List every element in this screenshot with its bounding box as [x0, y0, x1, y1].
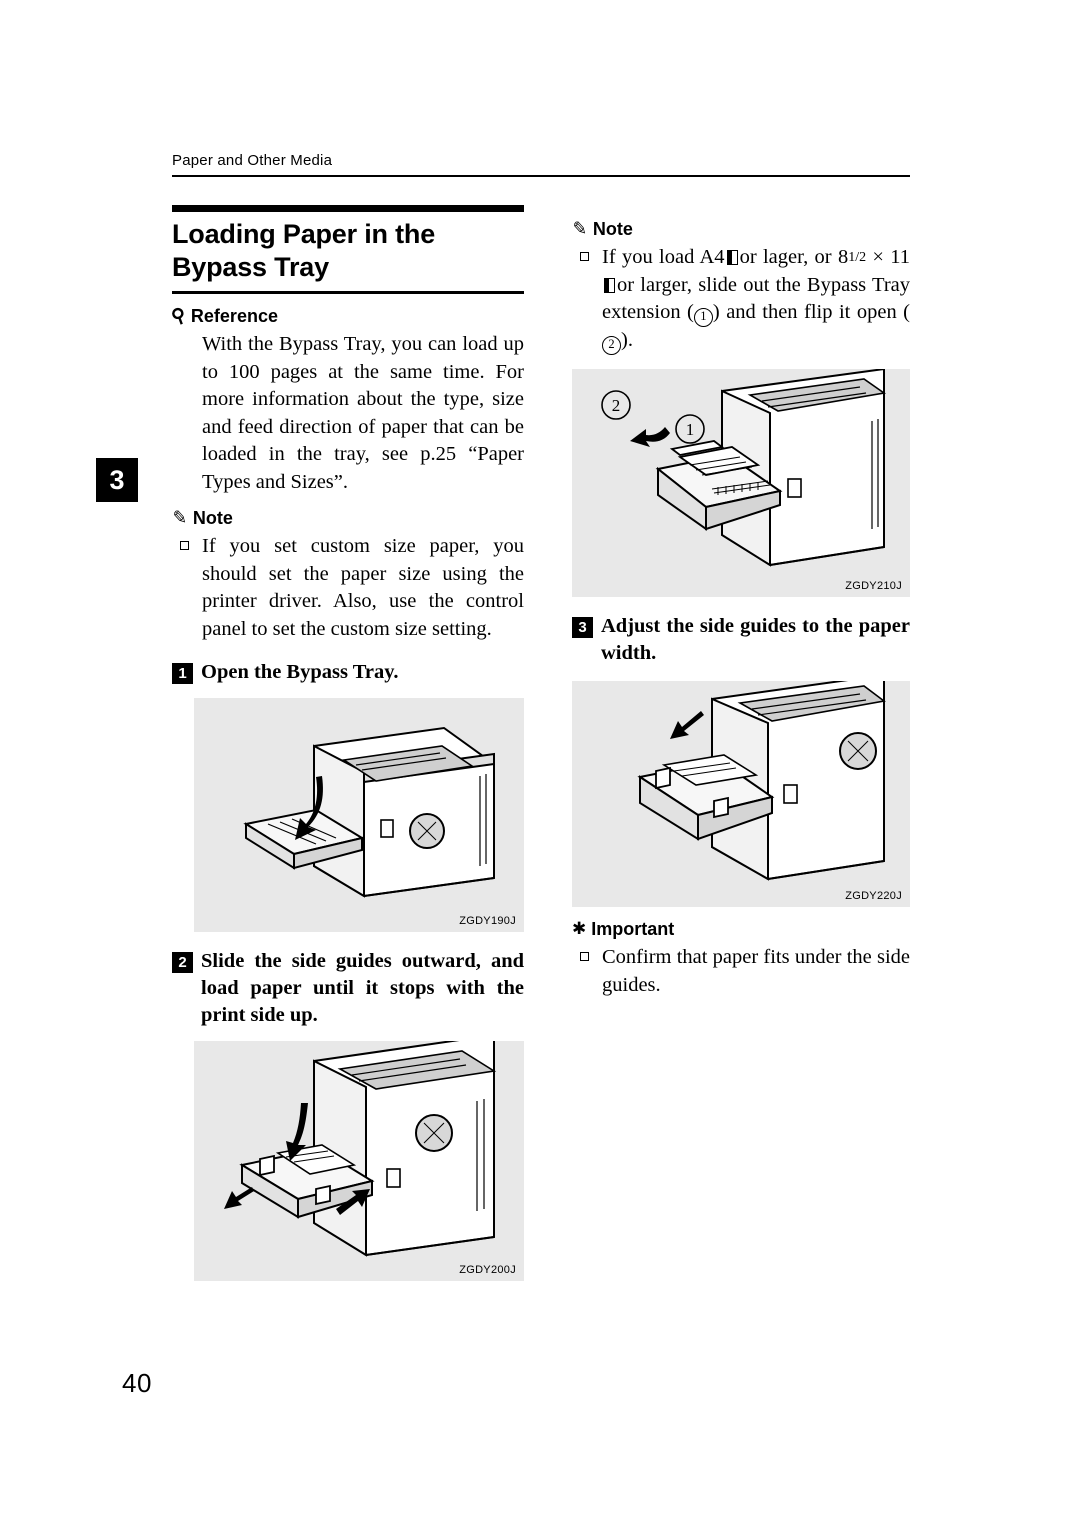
- important-bullet: Confirm that paper fits under the side g…: [580, 944, 910, 999]
- step-2-number: 2: [172, 952, 193, 973]
- note-text-right-line4: and then flip it open (: [726, 301, 910, 324]
- note-heading-right: ✎ Note: [572, 219, 910, 240]
- pencil-note-icon: ✎: [172, 507, 188, 529]
- callout-circle-1: 1: [693, 308, 713, 328]
- figure-adjust-side-guides: ZGDY220J: [572, 681, 910, 908]
- portrait-orientation-icon: [726, 250, 738, 266]
- figure-3-code: ZGDY210J: [845, 580, 902, 593]
- magnifier-icon: ⚲: [168, 304, 190, 329]
- note-text-right-line2b: × 11: [872, 246, 911, 269]
- callout-circle-2: 2: [602, 336, 621, 356]
- note-text-right-line2c: or larger, slide out: [617, 273, 770, 296]
- important-heading: ✱ Important: [572, 919, 910, 940]
- step-3-number: 3: [572, 617, 593, 639]
- bullet-marker: [180, 541, 189, 550]
- step-1-text: Open the Bypass Tray.: [201, 661, 399, 683]
- bullet-marker: [580, 252, 589, 261]
- left-column: Loading Paper in the Bypass Tray ⚲ Refer…: [168, 205, 524, 1281]
- chapter-tab: 3: [96, 458, 138, 502]
- printer-illustration-1: [243, 726, 495, 898]
- note-bullet-right: If you load A4 or lager, or 81/2 × 11 or l…: [580, 244, 911, 356]
- step-2-text: Slide the side guides outward, and load …: [201, 950, 524, 1026]
- header-rule: [172, 175, 910, 177]
- step-2: 2 Slide the side guides outward, and loa…: [172, 948, 524, 1029]
- figure-slide-side-guides: ZGDY200J: [194, 1041, 524, 1281]
- note-label-right: Note: [592, 219, 633, 239]
- figure-open-bypass-tray: ZGDY190J: [194, 698, 524, 932]
- note-text-right-line1b: or lager, or: [739, 246, 832, 269]
- printer-illustration-4: [637, 681, 886, 881]
- note-text-right-line2a: 8: [837, 246, 849, 269]
- printer-illustration-2: [224, 1041, 497, 1257]
- bullet-marker: [580, 952, 589, 962]
- figure-3-callout-1: 1: [686, 420, 695, 439]
- title-rule-bottom: [172, 291, 524, 294]
- fraction-one-half: 1/2: [848, 250, 867, 265]
- right-column: ✎ Note If you load A4 or lager, or 81/2 ×…: [572, 205, 910, 999]
- step-1-number: 1: [172, 663, 193, 684]
- note-text: If you set custom size paper, you should…: [202, 535, 524, 640]
- running-head: Paper and Other Media: [172, 152, 333, 169]
- exclamation-burst-icon: ✱: [572, 919, 587, 940]
- important-text: Confirm that paper fits under the side g…: [602, 946, 910, 996]
- figure-bypass-tray-extension: 2 1 ZGDY210J: [572, 369, 910, 598]
- figure-3-callout-2: 2: [612, 396, 621, 415]
- note-label: Note: [192, 508, 233, 528]
- note-heading: ✎ Note: [172, 508, 524, 529]
- reference-label: Reference: [190, 306, 278, 326]
- page-number: 40: [122, 1368, 152, 1398]
- reference-heading: ⚲ Reference: [168, 304, 524, 329]
- portrait-orientation-icon: [604, 277, 615, 293]
- step-1: 1 Open the Bypass Tray.: [172, 659, 524, 686]
- pencil-note-icon: ✎: [572, 218, 588, 240]
- step-3: 3 Adjust the side guides to the paper wi…: [572, 613, 910, 667]
- printer-illustration-3: 2 1: [601, 369, 887, 567]
- note-text-right-line3b: ): [712, 301, 720, 324]
- note-text-right-line4b: ).: [621, 329, 633, 352]
- note-bullet: If you set custom size paper, you should…: [180, 533, 524, 643]
- step-3-text: Adjust the side guides to the paper widt…: [601, 615, 910, 665]
- important-label: Important: [591, 919, 675, 940]
- reference-text: With the Bypass Tray, you can load up to…: [202, 333, 524, 493]
- page-title: Loading Paper in the Bypass Tray: [172, 219, 436, 282]
- figure-4-code: ZGDY220J: [845, 890, 902, 903]
- figure-2-code: ZGDY200J: [459, 1264, 516, 1276]
- title-rule-top: [172, 205, 524, 212]
- note-text-right-line1a: If you load A4: [602, 246, 725, 269]
- figure-1-code: ZGDY190J: [459, 915, 516, 927]
